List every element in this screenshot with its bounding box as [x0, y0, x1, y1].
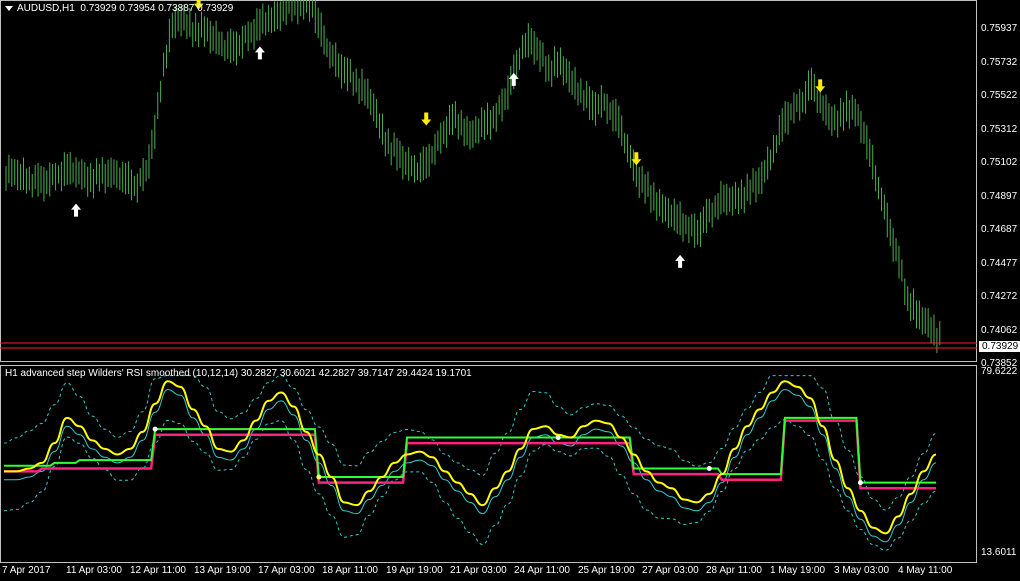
ohlc-label: 0.73929 0.73954 0.73887 0.73929 [80, 3, 234, 14]
indicator-max-label: 79.6222 [981, 366, 1018, 377]
dropdown-triangle-icon[interactable] [5, 5, 13, 11]
price-chart-svg [0, 0, 977, 354]
cross-marker-dot [555, 435, 561, 441]
time-tick-label: 13 Apr 19:00 [194, 565, 251, 576]
price-tick-label: 0.74897 [981, 190, 1018, 202]
indicator-min-label: 13.6011 [981, 547, 1017, 558]
indicator-title: H1 advanced step Wilders' RSI smoothed (… [5, 368, 472, 379]
indicator-svg [3, 375, 937, 551]
price-tick-label: 0.75522 [981, 90, 1018, 101]
up-arrow-icon [254, 46, 265, 60]
cross-marker-dot [316, 474, 322, 480]
time-tick-label: 17 Apr 03:00 [258, 565, 315, 576]
up-arrow-icon [675, 254, 686, 268]
time-tick-label: 19 Apr 19:00 [386, 565, 443, 576]
step-level-green-line [4, 416, 936, 484]
time-tick-label: 4 May 11:00 [898, 565, 953, 576]
indicator-axis: 79.6222 13.6011 [977, 365, 1020, 563]
price-tick-label: 0.74062 [981, 324, 1018, 336]
down-arrow-icon [631, 152, 642, 166]
time-tick-label: 27 Apr 03:00 [642, 565, 699, 576]
time-tick-label: 25 Apr 19:00 [578, 565, 635, 576]
down-arrow-icon [421, 112, 432, 126]
time-tick-label: 24 Apr 11:00 [514, 565, 570, 576]
cross-marker-dot [857, 480, 863, 486]
current-price-badge: 0.73929 [979, 341, 1020, 352]
price-axis: 0.75937 0.75732 0.75522 0.75312 0.75102 0.748… [977, 0, 1020, 369]
price-tick-label: 0.74272 [981, 291, 1018, 302]
cross-marker-dot [706, 466, 712, 472]
price-tick-label: 0.74687 [981, 224, 1018, 235]
price-tick-label: 0.75102 [981, 157, 1018, 168]
up-arrow-icon [508, 72, 519, 86]
rsi-line [4, 380, 937, 535]
price-tick-label: 0.75937 [981, 23, 1018, 34]
time-tick-label: 3 May 03:00 [834, 565, 890, 576]
down-arrow-icon [815, 79, 826, 93]
time-tick-label: 7 Apr 2017 [2, 565, 51, 576]
time-axis: 7 Apr 2017 11 Apr 03:00 12 Apr 11:00 13 Apr… [0, 563, 977, 581]
price-chart-pane[interactable] [0, 0, 977, 362]
price-tick-label: 0.75732 [981, 56, 1018, 68]
time-tick-label: 28 Apr 11:00 [706, 565, 762, 576]
indicator-pane[interactable] [0, 365, 977, 563]
price-tick-label: 0.74477 [981, 257, 1018, 269]
time-tick-label: 1 May 19:00 [770, 565, 826, 576]
up-arrow-icon [71, 203, 82, 217]
price-tick-label: 0.75312 [981, 123, 1018, 135]
time-tick-label: 11 Apr 03:00 [66, 565, 122, 576]
signal-line [3, 389, 937, 543]
cross-marker-dot [152, 426, 158, 432]
time-tick-label: 21 Apr 03:00 [450, 565, 507, 576]
time-tick-label: 18 Apr 11:00 [322, 565, 378, 576]
symbol-label: AUDUSD,H1 [17, 3, 75, 14]
chart-header: AUDUSD,H1 0.73929 0.73954 0.73887 0.7392… [5, 3, 233, 14]
time-tick-label: 12 Apr 11:00 [130, 565, 186, 576]
